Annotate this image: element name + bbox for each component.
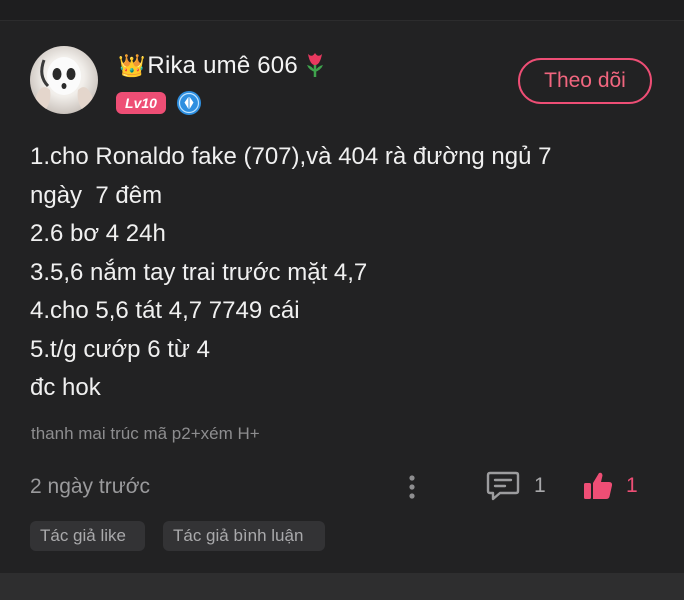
post-line: 5.t/g cướp 6 từ 4 <box>30 335 210 363</box>
like-button[interactable]: 1 <box>582 468 652 504</box>
post-timestamp: 2 ngày trước <box>30 475 151 498</box>
tulip-icon <box>304 50 326 83</box>
diamond-badge-icon[interactable] <box>176 90 202 116</box>
post-signature: thanh mai trúc mã p2+xém H+ <box>31 424 260 443</box>
post-line: ngày 7 đêm <box>30 181 163 209</box>
post-line: 2.6 bơ 4 24h <box>30 220 166 247</box>
comment-count: 1 <box>534 474 546 497</box>
thumbs-up-icon <box>584 472 613 499</box>
vertical-dots-icon <box>409 475 415 499</box>
post-line: 4.cho 5,6 tát 4,7 7749 cái <box>30 297 300 324</box>
post-line: 1.cho Ronaldo fake (707),và 404 rà đường… <box>30 143 552 170</box>
tag-author-commented: Tác giả bình luận <box>163 521 325 551</box>
post-line: 3.5,6 nắm tay trai trước mặt 4,7 <box>30 258 368 286</box>
post-line: đc hok <box>30 374 101 401</box>
author-name: Rika umê 606 <box>147 52 298 79</box>
more-options-button[interactable] <box>402 472 422 502</box>
author-avatar[interactable] <box>30 46 98 114</box>
level-badge: Lv10 <box>116 92 166 114</box>
author-name-row[interactable]: 👑 Rika umê 606 <box>118 50 326 82</box>
tag-author-liked: Tác giả like <box>30 521 145 551</box>
post-content: 1.cho Ronaldo fake (707),và 404 rà đường… <box>30 138 650 408</box>
follow-button[interactable]: Theo dõi <box>518 58 652 104</box>
ghost-mask-icon <box>34 57 94 112</box>
comment-button[interactable]: 1 <box>486 468 556 504</box>
next-post-divider <box>0 573 684 600</box>
like-count: 1 <box>626 474 638 497</box>
comment-icon <box>486 471 520 501</box>
crown-icon: 👑 <box>118 53 146 78</box>
